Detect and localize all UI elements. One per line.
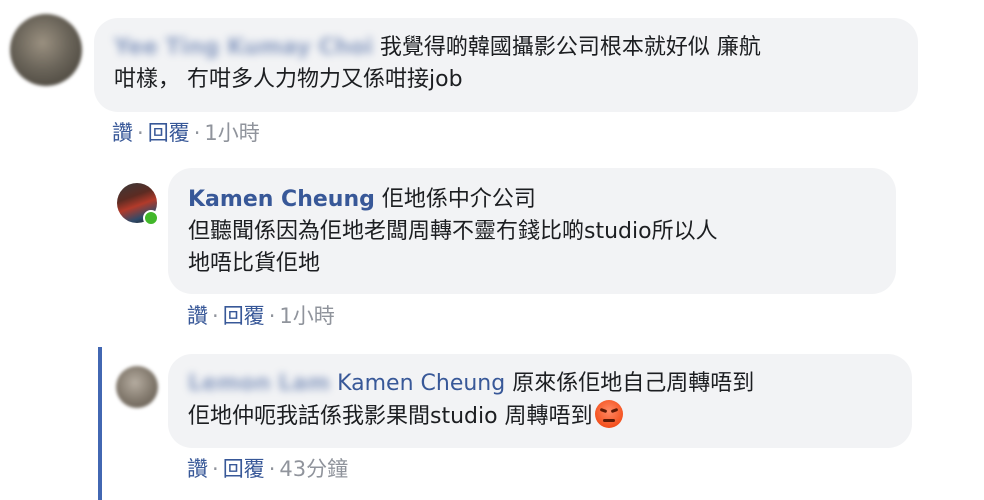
comment-author[interactable]: Yee Ting Kumay Choi bbox=[114, 32, 373, 64]
like-button[interactable]: 讚 bbox=[112, 121, 133, 145]
like-button[interactable]: 讚 bbox=[187, 304, 208, 328]
comment-text: 佢地係中介公司 bbox=[381, 187, 536, 212]
mention-link[interactable]: Kamen Cheung bbox=[337, 371, 505, 396]
comment-actions: 讚 · 回覆 · 1小時 bbox=[187, 301, 335, 331]
separator: · bbox=[137, 121, 144, 145]
comment-text: 佢地仲呃我話係我影果間studio 周轉唔到 bbox=[188, 404, 593, 429]
angry-face-emoji bbox=[594, 400, 623, 428]
separator: · bbox=[212, 457, 219, 481]
timestamp[interactable]: 43分鐘 bbox=[279, 457, 348, 481]
timestamp[interactable]: 1小時 bbox=[204, 121, 259, 145]
separator: · bbox=[212, 304, 219, 328]
reply-button[interactable]: 回覆 bbox=[223, 304, 265, 328]
separator: · bbox=[268, 457, 276, 481]
reply-button[interactable]: 回覆 bbox=[223, 457, 265, 481]
comment-actions: 讚 · 回覆 · 43分鐘 bbox=[187, 454, 348, 484]
comment-text: 咁樣， 冇咁多人力物力又係咁接job bbox=[114, 67, 463, 92]
online-status-dot bbox=[143, 210, 159, 226]
comment-bubble: Lemon Lam Kamen Cheung 原來係佢地自己周轉唔到 佢地仲呃我… bbox=[168, 354, 912, 448]
comment-actions: 讚 · 回覆 · 1小時 bbox=[112, 118, 260, 148]
comment-author[interactable]: Kamen Cheung bbox=[188, 187, 375, 212]
separator: · bbox=[268, 304, 276, 328]
comment-text: 我覺得啲韓國攝影公司根本就好似 廉航 bbox=[379, 35, 761, 60]
thread-highlight-bar bbox=[98, 347, 102, 500]
comment-text: 地唔比貨佢地 bbox=[188, 251, 321, 276]
avatar[interactable] bbox=[10, 14, 82, 86]
comment-text: 但聽聞係因為佢地老闆周轉不靈冇錢比啲studio所以人 bbox=[188, 219, 718, 244]
like-button[interactable]: 讚 bbox=[187, 457, 208, 481]
reply-button[interactable]: 回覆 bbox=[148, 121, 190, 145]
comment-author[interactable]: Lemon Lam bbox=[188, 368, 330, 400]
comment-bubble: Yee Ting Kumay Choi 我覺得啲韓國攝影公司根本就好似 廉航 咁… bbox=[94, 18, 918, 112]
avatar[interactable] bbox=[116, 366, 158, 408]
comment-text: 原來係佢地自己周轉唔到 bbox=[512, 371, 755, 396]
timestamp[interactable]: 1小時 bbox=[279, 304, 334, 328]
separator: · bbox=[193, 121, 201, 145]
comment-bubble: Kamen Cheung 佢地係中介公司 但聽聞係因為佢地老闆周轉不靈冇錢比啲s… bbox=[168, 168, 896, 294]
